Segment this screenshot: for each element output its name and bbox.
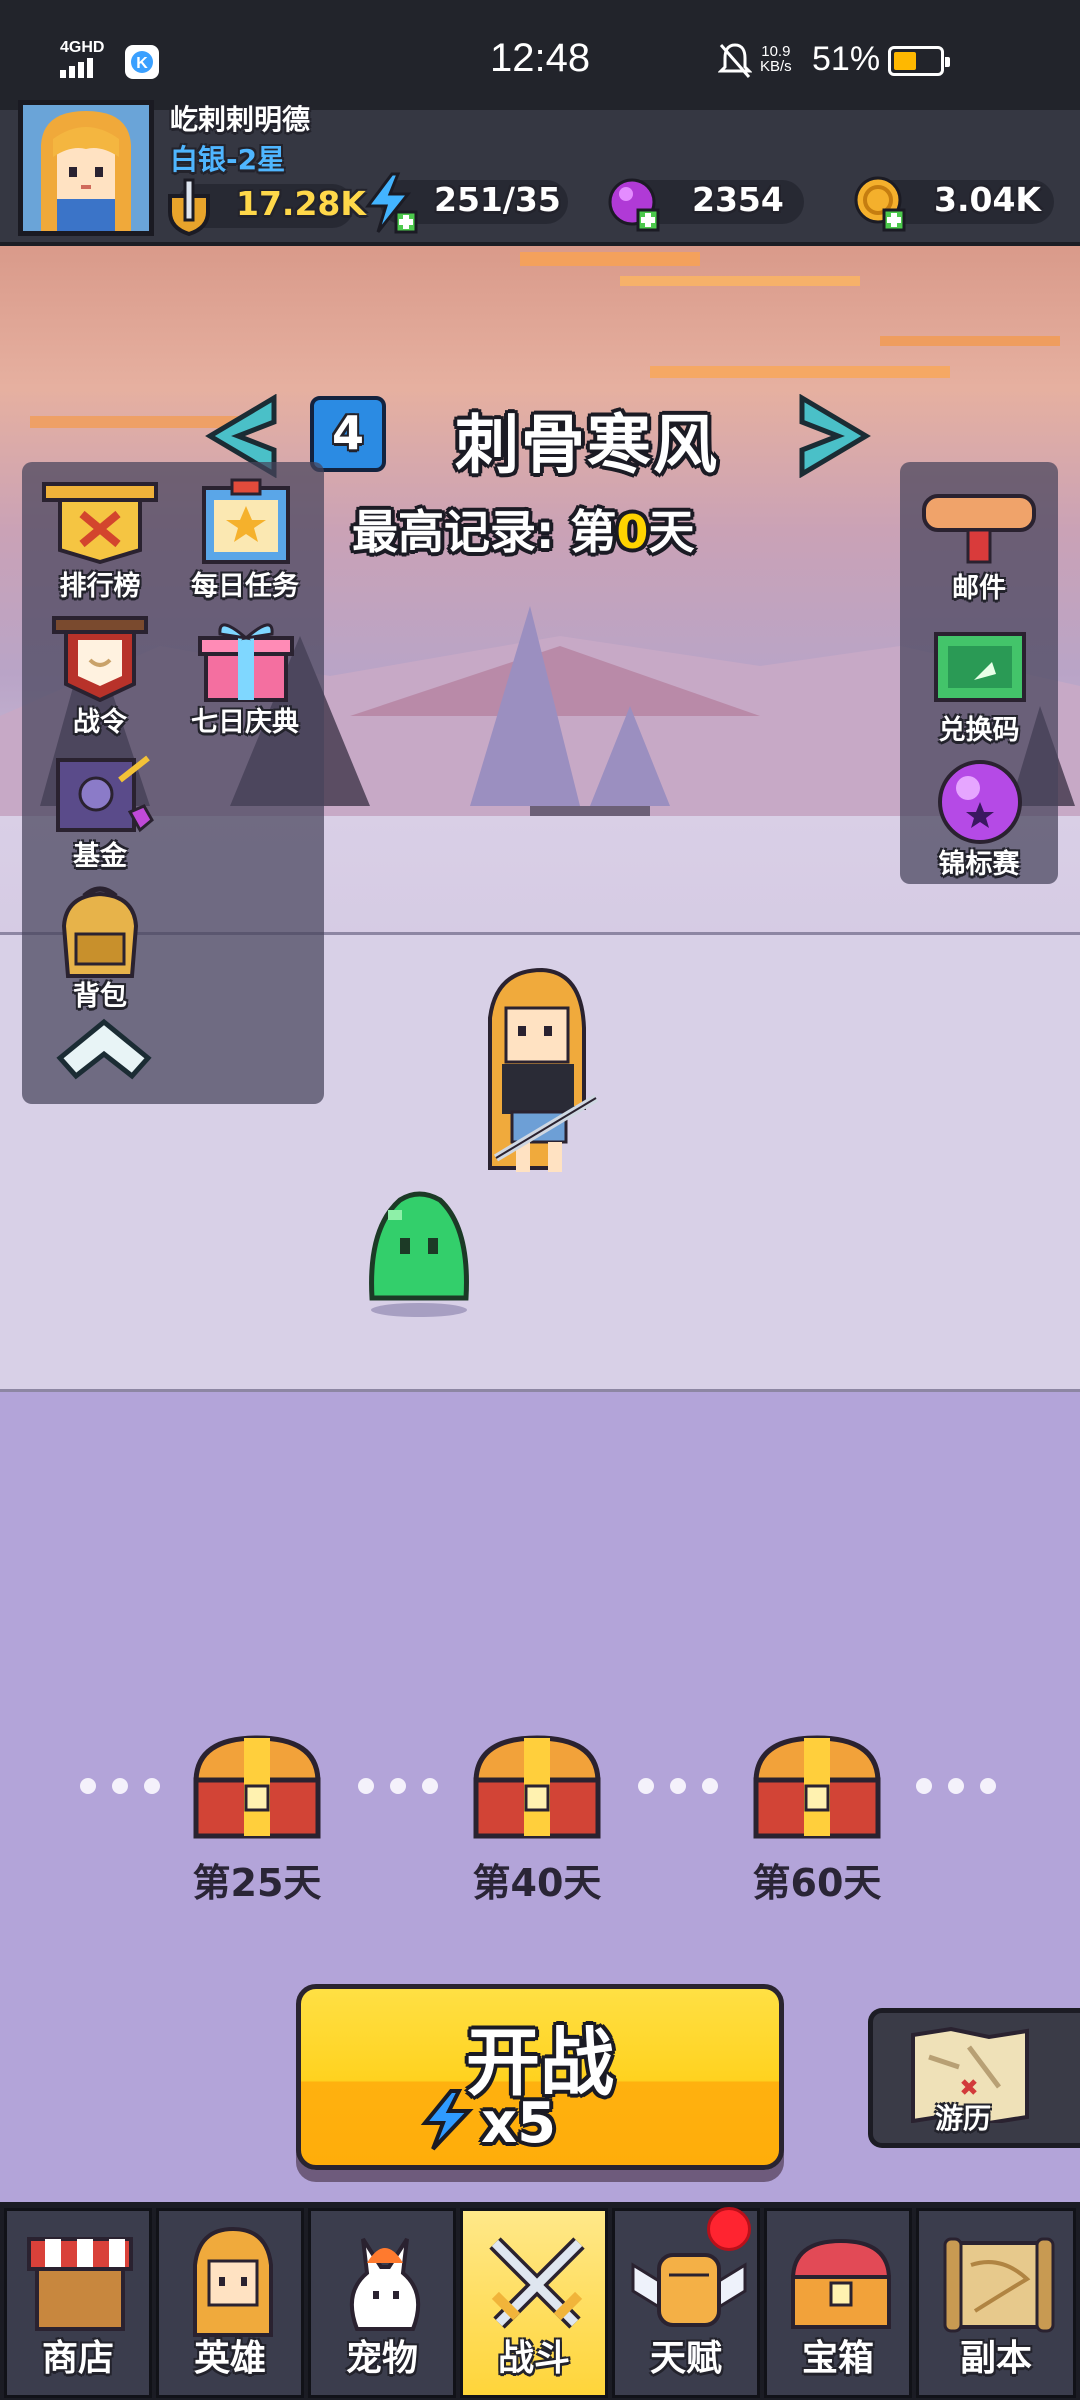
leaderboard-icon	[42, 482, 158, 564]
bottom-nav: 商店 英雄 宠物 战斗 天赋 宝箱 副本	[0, 2202, 1080, 2400]
fund-button[interactable]: 基金	[30, 750, 170, 880]
best-record: 最高记录: 第0天	[352, 505, 695, 559]
next-stage-arrow[interactable]	[796, 394, 872, 478]
battle-pass-icon	[52, 616, 148, 702]
backpack-icon	[61, 886, 139, 978]
status-bar: 4GHD K 12:48 10.9 KB/s 51%	[0, 0, 1080, 110]
shop-icon	[27, 2237, 133, 2331]
svg-text:K: K	[136, 55, 148, 72]
hero-portrait-icon	[23, 105, 149, 231]
network-indicator: 4GHD	[60, 39, 105, 56]
collapse-menu-chevron[interactable]	[56, 1018, 152, 1080]
fund-safe-icon	[56, 755, 154, 833]
battle-scene: 4 刺骨寒风 最高记录: 第0天 排行榜 每日任务 战令 七日庆典 基金 背包 …	[0, 246, 1080, 2202]
progress-dot	[112, 1778, 128, 1794]
dungeon-map-icon	[943, 2237, 1055, 2333]
tournament-button[interactable]: 锦标赛	[904, 758, 1054, 882]
gem-plus-icon[interactable]	[604, 174, 664, 234]
gift-box-icon	[198, 623, 294, 702]
tournament-orb-icon	[938, 760, 1022, 844]
player-avatar[interactable]	[18, 100, 154, 236]
pet-icon	[349, 2237, 421, 2331]
progress-dot	[80, 1778, 96, 1794]
tab-pet[interactable]: 宠物	[308, 2208, 456, 2398]
mail-scroll-icon	[922, 494, 1036, 564]
clock: 12:48	[490, 36, 591, 80]
travel-button[interactable]: 游历	[868, 2008, 1080, 2148]
seven-day-event-button[interactable]: 七日庆典	[172, 614, 318, 744]
stage-title: 刺骨寒风	[455, 409, 719, 483]
player-name: 屹剌剌明德	[170, 103, 311, 136]
sword-shield-icon	[168, 178, 210, 236]
battery-icon	[888, 46, 950, 76]
battle-pass-button[interactable]: 战令	[30, 614, 170, 744]
tab-battle[interactable]: 战斗	[460, 2208, 608, 2398]
gold-coin-plus-icon[interactable]	[850, 172, 910, 234]
progress-dot	[702, 1778, 718, 1794]
redeem-code-button[interactable]: 兑换码	[904, 622, 1054, 746]
treasure-chest-icon	[790, 2238, 892, 2329]
gems-value: 2354	[692, 180, 784, 219]
treasure-chest-icon	[473, 1735, 601, 1839]
progress-dot	[390, 1778, 406, 1794]
tab-shop[interactable]: 商店	[4, 2208, 152, 2398]
power-value: 17.28K	[236, 184, 366, 223]
chest-reward-day60[interactable]: 第60天	[746, 1732, 888, 1905]
energy-bolt-icon	[420, 2089, 474, 2151]
tab-hero[interactable]: 英雄	[156, 2208, 304, 2398]
gold-value: 3.04K	[934, 180, 1041, 219]
notification-badge	[707, 2207, 751, 2251]
mute-icon	[718, 43, 752, 78]
hero-icon	[193, 2226, 273, 2337]
net-speed: 10.9 KB/s	[760, 43, 792, 75]
progress-dot	[916, 1778, 932, 1794]
vpn-icon: K	[125, 45, 159, 79]
redeem-code-icon	[934, 632, 1026, 702]
daily-task-button[interactable]: 每日任务	[172, 478, 318, 608]
progress-dot	[638, 1778, 654, 1794]
player-rank: 白银-2星	[170, 143, 286, 176]
treasure-chest-icon	[193, 1735, 321, 1839]
energy-value: 251/35	[434, 180, 561, 219]
backpack-button[interactable]: 背包	[30, 886, 170, 1020]
tab-dungeon[interactable]: 副本	[916, 2208, 1076, 2398]
daily-task-icon	[202, 478, 290, 564]
green-slime-enemy	[369, 1191, 469, 1317]
progress-dot	[144, 1778, 160, 1794]
signal-icon	[60, 58, 93, 78]
battle-energy-cost: x5	[481, 2091, 557, 2156]
mail-button[interactable]: 邮件	[904, 486, 1054, 606]
progress-dot	[358, 1778, 374, 1794]
energy-bolt-plus-icon[interactable]	[362, 172, 420, 234]
progress-dot	[422, 1778, 438, 1794]
chest-reward-day40[interactable]: 第40天	[466, 1732, 608, 1905]
progress-dot	[670, 1778, 686, 1794]
tab-chest[interactable]: 宝箱	[764, 2208, 912, 2398]
chest-reward-day25[interactable]: 第25天	[186, 1732, 328, 1905]
progress-dot	[948, 1778, 964, 1794]
treasure-chest-icon	[753, 1735, 881, 1839]
best-record-day: 0	[616, 505, 649, 559]
progress-dot	[980, 1778, 996, 1794]
stage-number: 4	[310, 396, 386, 472]
leaderboard-button[interactable]: 排行榜	[30, 478, 170, 608]
start-battle-button[interactable]: 开战 x5	[296, 1984, 784, 2170]
hero-character	[488, 968, 599, 1172]
crossed-swords-icon	[489, 2237, 585, 2329]
battery-percent: 51%	[812, 40, 881, 78]
tab-talent[interactable]: 天赋	[612, 2207, 760, 2398]
